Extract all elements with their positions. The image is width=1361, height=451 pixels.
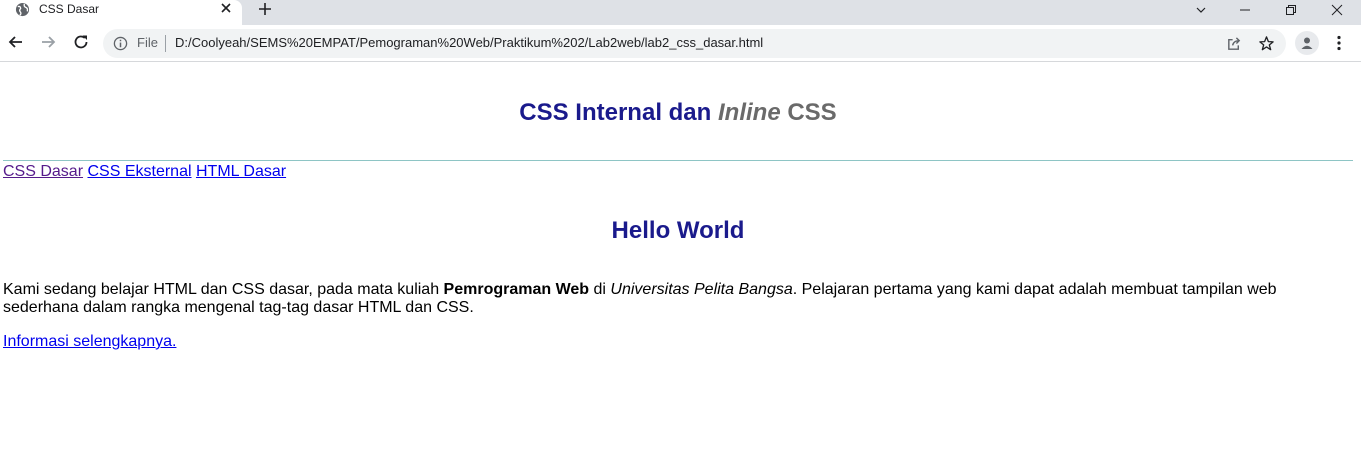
restore-icon[interactable] xyxy=(1268,0,1314,20)
browser-toolbar: File D:/Coolyeah/SEMS%20EMPAT/Pemograman… xyxy=(0,25,1361,62)
page-title-inline-rest: CSS xyxy=(787,99,837,126)
tab-strip: CSS Dasar xyxy=(0,0,1361,25)
close-icon[interactable] xyxy=(219,1,233,15)
browser-tab[interactable]: CSS Dasar xyxy=(0,0,242,25)
arrow-right-icon[interactable] xyxy=(37,31,59,53)
page-title-inline-italic: Inline xyxy=(718,99,781,126)
minimize-icon[interactable] xyxy=(1222,0,1268,20)
arrow-left-icon[interactable] xyxy=(5,31,27,53)
more-info-link[interactable]: Informasi selengkapnya. xyxy=(3,333,176,351)
paragraph-text-2: di xyxy=(589,281,611,298)
plus-icon[interactable] xyxy=(257,1,273,17)
paragraph-italic-university: Universitas Pelita Bangsa xyxy=(610,281,793,298)
main-heading: Hello World xyxy=(611,217,745,244)
paragraph-bold-course: Pemrograman Web xyxy=(443,281,590,298)
star-icon[interactable] xyxy=(1258,35,1275,52)
paragraph-text-1: Kami sedang belajar HTML dan CSS dasar, … xyxy=(3,281,444,298)
nav-link-css-dasar[interactable]: CSS Dasar xyxy=(3,163,83,180)
page-title: CSS Internal dan Inline CSS xyxy=(0,99,1356,127)
scheme-chip: File xyxy=(137,35,158,50)
page-title-inline: Inline CSS xyxy=(718,99,837,126)
nav-menu: CSS Dasar CSS Eksternal HTML Dasar xyxy=(3,162,286,181)
info-icon[interactable] xyxy=(113,36,128,51)
chip-divider xyxy=(165,35,166,52)
close-icon[interactable] xyxy=(1314,0,1360,20)
intro-paragraph: Kami sedang belajar HTML dan CSS dasar, … xyxy=(3,281,1313,317)
tab-title: CSS Dasar xyxy=(39,2,100,16)
address-bar[interactable]: File D:/Coolyeah/SEMS%20EMPAT/Pemograman… xyxy=(103,29,1286,58)
chevron-down-icon[interactable] xyxy=(1178,0,1224,20)
page-title-main: CSS Internal dan xyxy=(519,99,712,126)
reload-icon[interactable] xyxy=(70,31,92,53)
person-icon[interactable] xyxy=(1295,31,1319,55)
globe-icon xyxy=(15,2,30,17)
nav-link-html-dasar[interactable]: HTML Dasar xyxy=(196,163,286,180)
header-divider xyxy=(3,160,1353,161)
kebab-menu-icon[interactable] xyxy=(1329,32,1349,54)
share-icon[interactable] xyxy=(1226,35,1243,52)
url-text[interactable]: D:/Coolyeah/SEMS%20EMPAT/Pemograman%20We… xyxy=(175,35,763,51)
page-viewport: CSS Internal dan Inline CSS CSS Dasar CS… xyxy=(0,63,1361,451)
nav-link-css-eksternal[interactable]: CSS Eksternal xyxy=(87,163,191,180)
